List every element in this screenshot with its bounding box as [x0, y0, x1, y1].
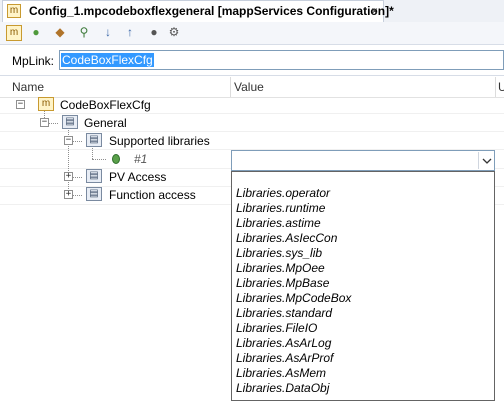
dropdown-option[interactable]: Libraries.FileIO [236, 321, 317, 335]
mplink-row: MpLink: CodeBoxFlexCfg [0, 45, 504, 76]
mplink-label: MpLink: [12, 54, 55, 68]
tree-node-supported-libraries[interactable]: Supported libraries [109, 134, 210, 148]
dropdown-option[interactable]: Libraries.sys_lib [236, 246, 322, 260]
tab-bar: m Config_1.mpcodeboxflexgeneral [mappSer… [0, 0, 504, 23]
dropdown-option[interactable]: Libraries.AsMem [236, 366, 326, 380]
parameter-icon [112, 154, 120, 164]
record-icon[interactable]: ● [146, 24, 162, 40]
dropdown-option[interactable]: Libraries.operator [236, 186, 330, 200]
dropdown-option[interactable]: Libraries.AsArProf [236, 351, 333, 365]
tree-connector [72, 141, 82, 142]
column-header-value[interactable]: Value [234, 80, 264, 94]
column-divider[interactable] [230, 77, 231, 97]
dropdown-option[interactable]: Libraries.astime [236, 216, 321, 230]
dropdown-option[interactable]: Libraries.MpCodeBox [236, 291, 351, 305]
column-headers: Name Value U [0, 77, 504, 98]
value-combobox[interactable] [231, 150, 495, 171]
config-object-icon: m [38, 97, 54, 111]
group-icon: ▤ [86, 187, 102, 201]
close-icon[interactable]: × [371, 4, 378, 18]
mplink-value: CodeBoxFlexCfg [61, 53, 154, 67]
dropdown-option[interactable]: Libraries.MpOee [236, 261, 325, 275]
tree-node-pv-access[interactable]: PV Access [109, 170, 166, 184]
dropdown-option[interactable]: Libraries.runtime [236, 201, 325, 215]
expand-icon[interactable]: + [64, 172, 73, 181]
row-separator [0, 113, 504, 114]
tree-connector [72, 195, 82, 196]
dropdown-option[interactable]: Libraries.standard [236, 306, 332, 320]
mplink-input[interactable]: CodeBoxFlexCfg [59, 50, 504, 70]
dropdown-list: Libraries.operator Libraries.runtime Lib… [231, 171, 495, 401]
sort-up-icon[interactable]: ↑ [122, 24, 138, 40]
group-icon: ▤ [86, 133, 102, 147]
collapse-icon[interactable]: − [16, 100, 25, 109]
sort-down-icon[interactable]: ↓ [100, 24, 116, 40]
mapp-config-icon: m [7, 4, 21, 18]
tree-node-root[interactable]: CodeBoxFlexCfg [60, 98, 151, 112]
column-divider[interactable] [495, 77, 496, 97]
column-header-unit[interactable]: U [498, 80, 504, 94]
tree-connector [92, 159, 106, 160]
group-icon: ▤ [86, 169, 102, 183]
tree-node-general[interactable]: General [84, 116, 127, 130]
tree-connector [92, 146, 93, 159]
tab-title: Config_1.mpcodeboxflexgeneral [mappServi… [29, 4, 394, 18]
toolbar: m ● ◆ ⚲ ↓ ↑ ● ⚙ [0, 22, 504, 45]
move-icon[interactable]: ◆ [52, 24, 68, 40]
settings-icon[interactable]: ⚙ [166, 24, 182, 40]
row-separator [0, 131, 504, 132]
dropdown-option[interactable]: Libraries.MpBase [236, 276, 329, 290]
editor-tab[interactable]: m Config_1.mpcodeboxflexgeneral [mappSer… [2, 0, 394, 22]
collapse-icon[interactable]: − [40, 118, 49, 127]
new-item-icon[interactable]: m [6, 25, 22, 41]
dropdown-option[interactable]: Libraries.AsIecCon [236, 231, 337, 245]
tree-connector [72, 177, 82, 178]
add-icon[interactable]: ● [28, 24, 44, 40]
expand-icon[interactable]: + [64, 190, 73, 199]
dropdown-option[interactable]: Libraries.DataObj [236, 381, 329, 395]
dropdown-option[interactable]: Libraries.AsArLog [236, 336, 331, 350]
tree-node-item[interactable]: #1 [134, 152, 147, 166]
tree-node-function-access[interactable]: Function access [109, 188, 196, 202]
column-header-name[interactable]: Name [12, 80, 44, 94]
chevron-down-icon[interactable] [478, 152, 494, 169]
group-icon: ▤ [62, 115, 78, 129]
link-icon[interactable]: ⚲ [76, 24, 92, 40]
collapse-icon[interactable]: − [64, 136, 73, 145]
